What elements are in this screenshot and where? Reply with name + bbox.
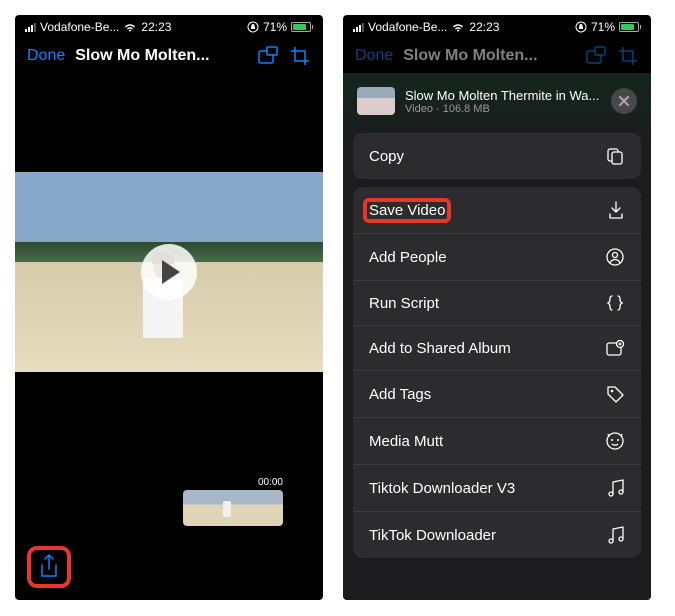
done-button: Done	[355, 47, 393, 65]
copy-action[interactable]: Copy	[353, 133, 641, 179]
action-group-copy: Copy	[353, 133, 641, 179]
status-bar: Vodafone-Be... 22:23 71%	[343, 15, 651, 37]
add-tags-action[interactable]: Add Tags	[353, 371, 641, 418]
phone-right-share-sheet: Vodafone-Be... 22:23 71% Done Slow Mo Mo…	[343, 15, 651, 600]
pip-icon[interactable]	[257, 45, 279, 67]
carrier-label: Vodafone-Be...	[40, 20, 119, 34]
video-thumbnail	[357, 87, 395, 115]
wifi-icon	[123, 22, 137, 32]
crop-icon[interactable]	[289, 45, 311, 67]
battery-percent: 71%	[263, 20, 287, 34]
media-mutt-action[interactable]: Media Mutt	[353, 418, 641, 465]
bottom-toolbar	[15, 534, 323, 600]
tiktok-action[interactable]: TikTok Downloader	[353, 512, 641, 558]
run-script-action[interactable]: Run Script	[353, 281, 641, 326]
people-icon	[605, 247, 625, 267]
dog-icon	[605, 431, 625, 451]
navigation-bar: Done Slow Mo Molten...	[15, 37, 323, 75]
timeline: 00:00	[15, 469, 323, 534]
time-label: 22:23	[469, 20, 499, 34]
pip-icon	[585, 45, 607, 67]
share-sheet: Slow Mo Molten Thermite in Wa... Video ·…	[343, 73, 651, 600]
video-title: Slow Mo Molten...	[75, 47, 247, 65]
battery-percent: 71%	[591, 20, 615, 34]
share-button-highlight	[27, 546, 71, 588]
orientation-lock-icon	[575, 21, 587, 33]
close-button[interactable]	[611, 88, 637, 114]
braces-icon	[605, 294, 625, 312]
tag-icon	[605, 384, 625, 404]
signal-icon	[353, 23, 364, 32]
play-icon	[162, 260, 180, 284]
tiktok-v3-action[interactable]: Tiktok Downloader V3	[353, 465, 641, 512]
signal-icon	[25, 23, 36, 32]
video-frame[interactable]	[15, 172, 323, 372]
video-preview-area	[15, 75, 323, 469]
video-title: Slow Mo Molten...	[403, 47, 575, 65]
save-video-action[interactable]: Save Video	[353, 187, 641, 234]
copy-icon	[605, 146, 625, 166]
save-video-highlight	[363, 198, 451, 223]
add-shared-album-action[interactable]: Add to Shared Album	[353, 326, 641, 371]
timeline-scrubber[interactable]	[183, 490, 283, 526]
navigation-bar-dimmed: Done Slow Mo Molten...	[343, 37, 651, 75]
wifi-icon	[451, 22, 465, 32]
music-icon	[607, 478, 625, 498]
crop-icon	[617, 45, 639, 67]
share-sheet-header: Slow Mo Molten Thermite in Wa... Video ·…	[353, 87, 641, 115]
orientation-lock-icon	[247, 21, 259, 33]
time-label: 22:23	[141, 20, 171, 34]
close-icon	[619, 96, 629, 106]
phone-left-video-preview: Vodafone-Be... 22:23 71% Done Slow Mo Mo…	[15, 15, 323, 600]
share-icon[interactable]	[39, 554, 59, 580]
play-button[interactable]	[141, 244, 197, 300]
battery-icon	[619, 22, 641, 32]
action-group-main: Save Video Add People Run Script Add to …	[353, 187, 641, 558]
battery-icon	[291, 22, 313, 32]
album-icon	[605, 339, 625, 357]
carrier-label: Vodafone-Be...	[368, 20, 447, 34]
music-icon	[607, 525, 625, 545]
status-bar: Vodafone-Be... 22:23 71%	[15, 15, 323, 37]
sheet-title: Slow Mo Molten Thermite in Wa...	[405, 88, 601, 103]
timestamp-label: 00:00	[258, 477, 283, 488]
download-icon	[607, 200, 625, 220]
add-people-action[interactable]: Add People	[353, 234, 641, 281]
done-button[interactable]: Done	[27, 47, 65, 65]
sheet-subtitle: Video · 106.8 MB	[405, 103, 601, 115]
